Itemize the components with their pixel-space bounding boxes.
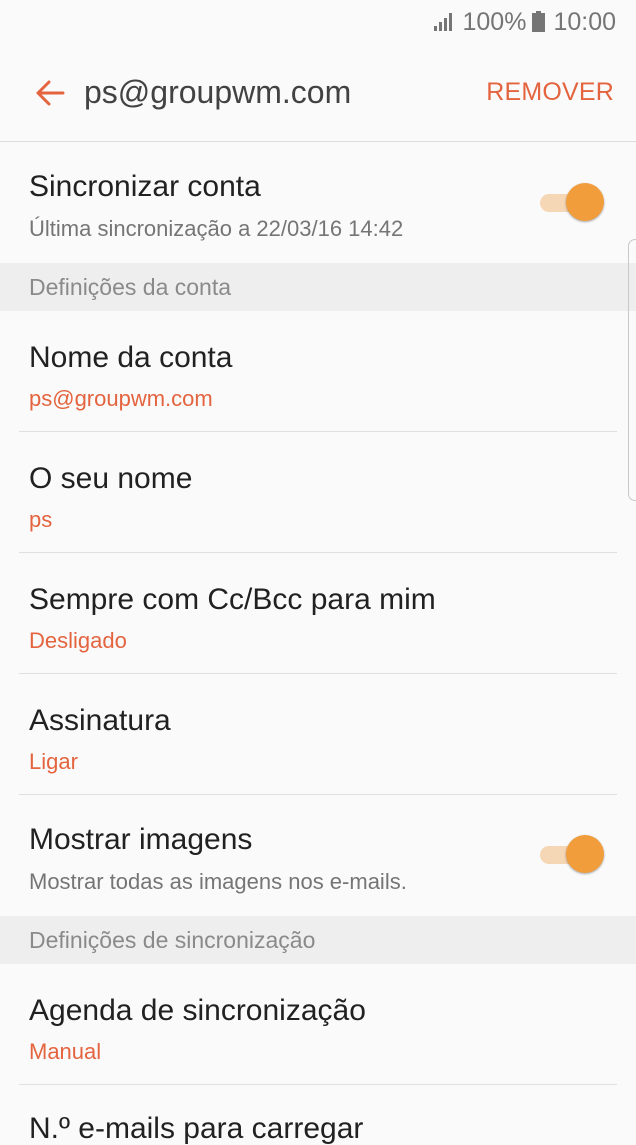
sync-account-toggle[interactable] (540, 183, 604, 221)
your-name-value: ps (29, 507, 53, 532)
signature-row[interactable]: Assinatura Ligar (0, 674, 636, 795)
signature-value: Ligar (29, 749, 78, 774)
page-title: ps@groupwm.com (84, 74, 352, 110)
edge-panel-handle[interactable] (628, 239, 636, 501)
signal-icon (434, 13, 453, 31)
app-bar: ps@groupwm.com REMOVER (0, 44, 636, 142)
account-name-row[interactable]: Nome da conta ps@groupwm.com (0, 311, 636, 432)
sync-account-subtitle: Última sincronização a 22/03/16 14:42 (29, 216, 404, 241)
emails-to-load-row[interactable]: N.º e-mails para carregar (0, 1085, 636, 1145)
always-cc-row[interactable]: Sempre com Cc/Bcc para mim Desligado (0, 553, 636, 674)
sync-account-title: Sincronizar conta (29, 170, 261, 203)
sync-account-row[interactable]: Sincronizar conta Última sincronização a… (0, 142, 636, 263)
show-images-subtitle: Mostrar todas as imagens nos e-mails. (29, 869, 407, 894)
account-name-title: Nome da conta (29, 341, 233, 374)
emails-to-load-title: N.º e-mails para carregar (29, 1112, 364, 1145)
show-images-toggle[interactable] (540, 835, 604, 873)
your-name-row[interactable]: O seu nome ps (0, 432, 636, 553)
status-bar: 100% 10:00 (0, 0, 636, 44)
toggle-thumb (566, 835, 604, 873)
arrow-left-icon (36, 80, 65, 105)
section-header-account-settings: Definições da conta (0, 263, 636, 311)
show-images-row[interactable]: Mostrar imagens Mostrar todas as imagens… (0, 795, 636, 916)
battery-icon (532, 10, 546, 32)
sync-schedule-value: Manual (29, 1039, 102, 1064)
always-cc-title: Sempre com Cc/Bcc para mim (29, 583, 436, 616)
signature-title: Assinatura (29, 704, 171, 737)
clock: 10:00 (553, 7, 616, 36)
your-name-title: O seu nome (29, 462, 193, 495)
sync-schedule-title: Agenda de sincronização (29, 994, 366, 1027)
account-name-value: ps@groupwm.com (29, 386, 213, 411)
sync-schedule-row[interactable]: Agenda de sincronização Manual (0, 964, 636, 1085)
remove-account-button[interactable]: REMOVER (486, 78, 614, 107)
show-images-title: Mostrar imagens (29, 823, 253, 856)
settings-list: Sincronizar conta Última sincronização a… (0, 142, 636, 1145)
back-button[interactable] (20, 63, 80, 123)
always-cc-value: Desligado (29, 628, 127, 653)
battery-percent: 100% (462, 7, 527, 36)
toggle-thumb (566, 183, 604, 221)
section-header-sync-settings: Definições de sincronização (0, 916, 636, 964)
